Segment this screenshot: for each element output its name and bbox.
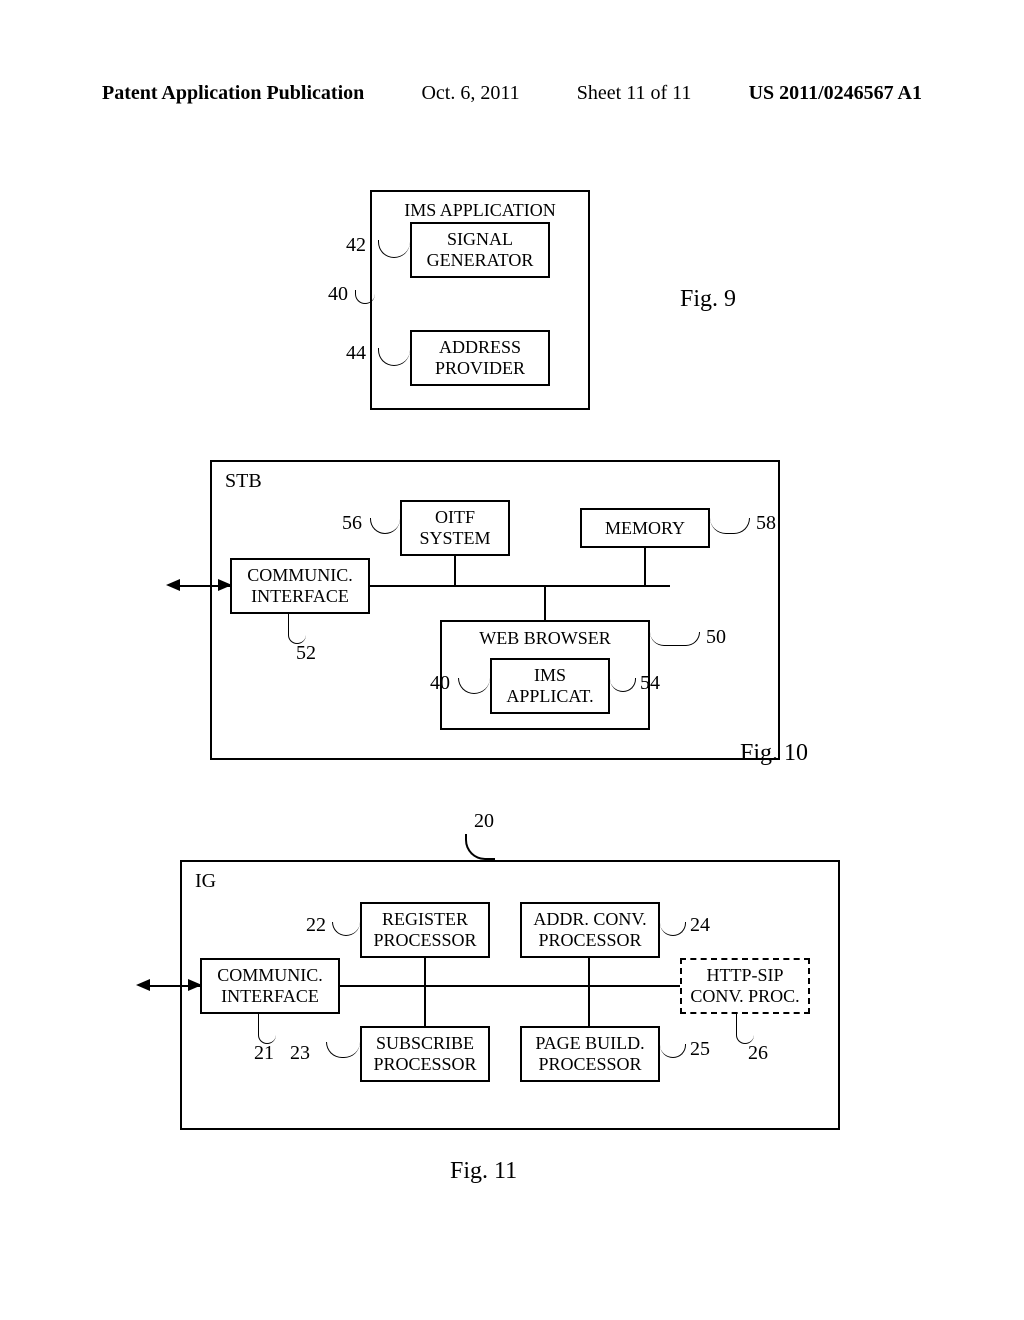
- subscribe-processor-box: SUBSCRIBE PROCESSOR: [360, 1026, 490, 1082]
- header-pubno: US 2011/0246567 A1: [749, 82, 922, 105]
- ref-20: 20: [474, 810, 494, 833]
- page-up: [588, 987, 590, 1026]
- ref-52: 52: [296, 642, 316, 665]
- ref-40b: 40: [430, 672, 450, 695]
- lead-52: [288, 614, 306, 644]
- header-left: Patent Application Publication: [102, 82, 364, 105]
- oitf-system-box: OITF SYSTEM: [400, 500, 510, 556]
- lead-20: [465, 834, 495, 860]
- ims-applicat-box: IMS APPLICAT.: [490, 658, 610, 714]
- header-date: Oct. 6, 2011: [421, 82, 519, 105]
- bus-11: [340, 985, 680, 987]
- ext-arrow-r-11: [188, 979, 202, 991]
- register-processor-box: REGISTER PROCESSOR: [360, 902, 490, 958]
- address-provider-box: ADDRESS PROVIDER: [410, 330, 550, 386]
- ref-50: 50: [706, 626, 726, 649]
- lead-26: [736, 1014, 754, 1044]
- ref-58: 58: [756, 512, 776, 535]
- lead-50: [650, 632, 700, 646]
- ref-56: 56: [342, 512, 362, 535]
- ref-26: 26: [748, 1042, 768, 1065]
- ref-22: 22: [306, 914, 326, 937]
- signal-generator-box: SIGNAL GENERATOR: [410, 222, 550, 278]
- ref-25: 25: [690, 1038, 710, 1061]
- ref-54: 54: [640, 672, 660, 695]
- comm-interface-box-11: COMMUNIC. INTERFACE: [200, 958, 340, 1014]
- addr-conv-processor-box: ADDR. CONV. PROCESSOR: [520, 902, 660, 958]
- reg-drop: [424, 958, 426, 985]
- ims-application-title: IMS APPLICATION: [404, 200, 556, 221]
- bus-10: [370, 585, 670, 587]
- oitf-drop: [454, 556, 456, 585]
- ref-23: 23: [290, 1042, 310, 1065]
- sub-up: [424, 987, 426, 1026]
- http-sip-box: HTTP-SIP CONV. PROC.: [680, 958, 810, 1014]
- memory-box: MEMORY: [580, 508, 710, 548]
- ig-label: IG: [195, 870, 216, 893]
- web-drop: [544, 587, 546, 620]
- fig11-caption: Fig. 11: [450, 1158, 517, 1185]
- ext-arrow-l-10: [166, 579, 180, 591]
- lead-21: [258, 1014, 276, 1044]
- page-header: Patent Application Publication Oct. 6, 2…: [0, 82, 1024, 105]
- page-build-processor-box: PAGE BUILD. PROCESSOR: [520, 1026, 660, 1082]
- memory-drop: [644, 548, 646, 585]
- ext-arrow-l-11: [136, 979, 150, 991]
- comm-interface-box-10: COMMUNIC. INTERFACE: [230, 558, 370, 614]
- ref-24: 24: [690, 914, 710, 937]
- ext-arrow-r-10: [218, 579, 232, 591]
- ref-42: 42: [346, 234, 366, 257]
- web-browser-label: WEB BROWSER: [479, 628, 611, 649]
- ref-40: 40: [328, 283, 348, 306]
- fig9-caption: Fig. 9: [680, 286, 736, 313]
- stb-label: STB: [225, 470, 262, 493]
- ref-44: 44: [346, 342, 366, 365]
- fig10-caption: Fig. 10: [740, 740, 808, 767]
- ref-21: 21: [254, 1042, 274, 1065]
- header-sheet: Sheet 11 of 11: [577, 82, 692, 105]
- addr-drop: [588, 958, 590, 985]
